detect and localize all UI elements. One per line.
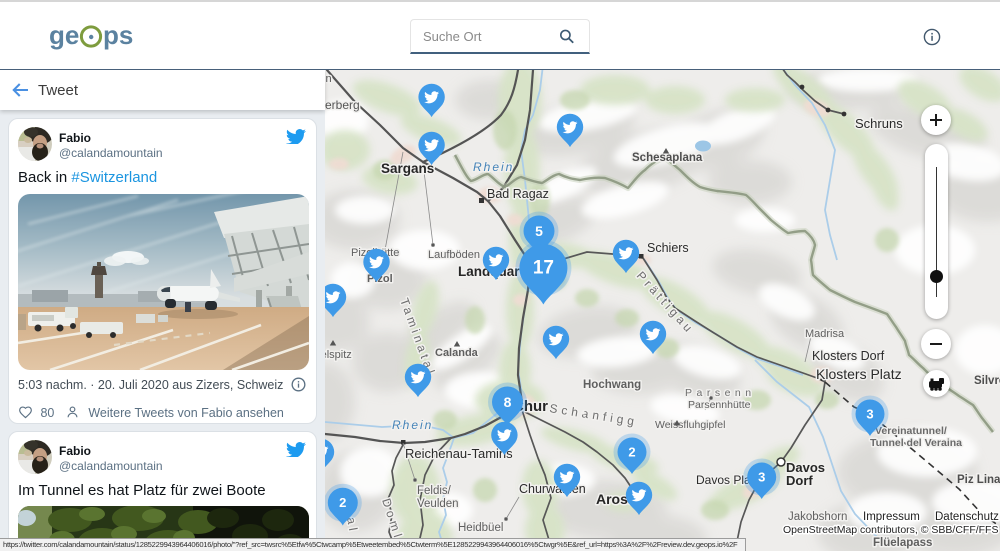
svg-text:Schruns: Schruns [855, 116, 903, 131]
svg-text:3: 3 [758, 470, 765, 485]
svg-text:Veulden: Veulden [417, 498, 459, 510]
svg-text:2: 2 [628, 445, 635, 460]
svg-text:Datenschutz: Datenschutz [935, 511, 999, 523]
svg-text:2: 2 [339, 495, 346, 510]
svg-text:Bad Ragaz: Bad Ragaz [487, 187, 549, 201]
svg-text:8: 8 [504, 394, 512, 410]
svg-text:Weissfluhgipfel: Weissfluhgipfel [655, 419, 725, 431]
svg-text:Laufböden: Laufböden [428, 249, 480, 261]
svg-text:Flüelapass: Flüelapass [873, 537, 932, 549]
svg-text:5: 5 [535, 223, 543, 239]
svg-text:n: n [326, 73, 332, 85]
svg-text:Impressum: Impressum [863, 511, 920, 523]
svg-text:Ringelspitz: Ringelspitz [325, 349, 352, 361]
svg-text:ge: ge [50, 23, 79, 50]
svg-text:Tunnel del Veraina: Tunnel del Veraina [870, 437, 962, 449]
svg-text:Calanda: Calanda [435, 347, 479, 359]
svg-text:erberg: erberg [325, 98, 360, 112]
svg-text:Rhein: Rhein [392, 418, 433, 432]
svg-text:17: 17 [533, 258, 554, 279]
svg-text:OpenStreetMap contributors, ©: OpenStreetMap contributors, © SBB/CFF/FF… [783, 524, 998, 536]
svg-text:Silvretta: Silvretta [974, 375, 1000, 387]
svg-text:Jakobshorn: Jakobshorn [788, 511, 847, 523]
svg-text:Hochwang: Hochwang [583, 379, 641, 391]
svg-text:Madrisa: Madrisa [805, 328, 845, 340]
svg-text:Schiers: Schiers [647, 241, 689, 255]
svg-text:Rhein: Rhein [473, 160, 514, 174]
svg-text:Vereinatunnel/: Vereinatunnel/ [875, 425, 947, 437]
svg-text:Feldis/: Feldis/ [417, 485, 452, 497]
svg-text:Piz Linard: Piz Linard [957, 474, 1000, 486]
svg-text:Schesaplana: Schesaplana [632, 152, 703, 164]
svg-text:Klosters Platz: Klosters Platz [816, 366, 902, 382]
svg-text:Klosters Dorf: Klosters Dorf [812, 349, 885, 363]
svg-text:3: 3 [866, 407, 873, 422]
svg-text:Sargans: Sargans [381, 161, 434, 176]
svg-text:Parsenn: Parsenn [685, 387, 756, 399]
svg-text:Heidbüel: Heidbüel [458, 522, 503, 534]
svg-text:ps: ps [103, 23, 133, 50]
svg-text:Dorf: Dorf [786, 473, 813, 488]
svg-text:Reichenau-Tamins: Reichenau-Tamins [405, 446, 513, 461]
svg-text:Parsennhütte: Parsennhütte [688, 399, 751, 411]
